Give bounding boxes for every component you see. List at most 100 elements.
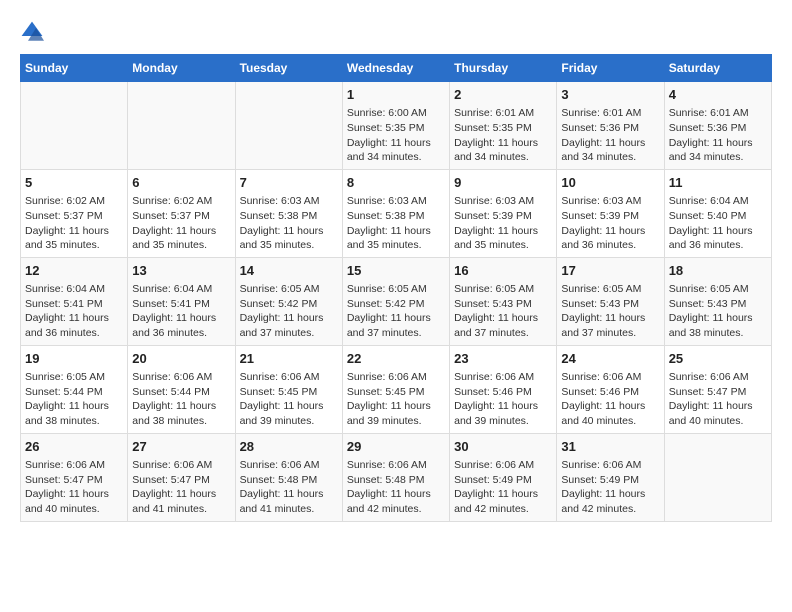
calendar-cell: 8 Sunrise: 6:03 AM Sunset: 5:38 PM Daylig… <box>342 169 449 257</box>
calendar-cell: 31 Sunrise: 6:06 AM Sunset: 5:49 PM Dayli… <box>557 433 664 521</box>
day-info: Sunrise: 6:03 AM Sunset: 5:38 PM Dayligh… <box>347 194 445 253</box>
day-info: Sunrise: 6:06 AM Sunset: 5:47 PM Dayligh… <box>669 370 767 429</box>
calendar-week-5: 26 Sunrise: 6:06 AM Sunset: 5:47 PM Dayli… <box>21 433 772 521</box>
day-info: Sunrise: 6:01 AM Sunset: 5:35 PM Dayligh… <box>454 106 552 165</box>
calendar-cell: 18Sunrise: 6:05 AM Sunset: 5:43 PM Dayli… <box>664 257 771 345</box>
day-number: 11 <box>669 174 767 192</box>
day-info: Sunrise: 6:04 AM Sunset: 5:41 PM Dayligh… <box>132 282 230 341</box>
calendar-week-4: 19 Sunrise: 6:05 AM Sunset: 5:44 PM Dayli… <box>21 345 772 433</box>
day-number: 5 <box>25 174 123 192</box>
calendar-cell: 11Sunrise: 6:04 AM Sunset: 5:40 PM Dayli… <box>664 169 771 257</box>
calendar-week-1: 1 Sunrise: 6:00 AM Sunset: 5:35 PM Daylig… <box>21 82 772 170</box>
day-number: 31 <box>561 438 659 456</box>
calendar-cell <box>235 82 342 170</box>
day-info: Sunrise: 6:06 AM Sunset: 5:49 PM Dayligh… <box>454 458 552 517</box>
calendar-cell: 23Sunrise: 6:06 AM Sunset: 5:46 PM Dayli… <box>450 345 557 433</box>
calendar-cell <box>664 433 771 521</box>
header-day-sunday: Sunday <box>21 55 128 82</box>
day-number: 14 <box>240 262 338 280</box>
day-info: Sunrise: 6:05 AM Sunset: 5:43 PM Dayligh… <box>454 282 552 341</box>
day-info: Sunrise: 6:03 AM Sunset: 5:39 PM Dayligh… <box>561 194 659 253</box>
day-number: 19 <box>25 350 123 368</box>
calendar-cell: 10 Sunrise: 6:03 AM Sunset: 5:39 PM Dayli… <box>557 169 664 257</box>
calendar-cell: 30 Sunrise: 6:06 AM Sunset: 5:49 PM Dayli… <box>450 433 557 521</box>
day-info: Sunrise: 6:06 AM Sunset: 5:48 PM Dayligh… <box>347 458 445 517</box>
calendar-cell: 4 Sunrise: 6:01 AM Sunset: 5:36 PM Daylig… <box>664 82 771 170</box>
day-info: Sunrise: 6:05 AM Sunset: 5:43 PM Dayligh… <box>561 282 659 341</box>
header-day-wednesday: Wednesday <box>342 55 449 82</box>
day-number: 10 <box>561 174 659 192</box>
day-info: Sunrise: 6:06 AM Sunset: 5:47 PM Dayligh… <box>25 458 123 517</box>
calendar-cell: 5Sunrise: 6:02 AM Sunset: 5:37 PM Daylig… <box>21 169 128 257</box>
day-number: 15 <box>347 262 445 280</box>
day-info: Sunrise: 6:04 AM Sunset: 5:41 PM Dayligh… <box>25 282 123 341</box>
day-number: 2 <box>454 86 552 104</box>
day-number: 27 <box>132 438 230 456</box>
day-info: Sunrise: 6:00 AM Sunset: 5:35 PM Dayligh… <box>347 106 445 165</box>
calendar-cell: 13 Sunrise: 6:04 AM Sunset: 5:41 PM Dayli… <box>128 257 235 345</box>
day-number: 21 <box>240 350 338 368</box>
day-info: Sunrise: 6:03 AM Sunset: 5:38 PM Dayligh… <box>240 194 338 253</box>
day-number: 13 <box>132 262 230 280</box>
calendar-cell: 16 Sunrise: 6:05 AM Sunset: 5:43 PM Dayli… <box>450 257 557 345</box>
header-day-friday: Friday <box>557 55 664 82</box>
calendar-cell: 29 Sunrise: 6:06 AM Sunset: 5:48 PM Dayli… <box>342 433 449 521</box>
header-day-tuesday: Tuesday <box>235 55 342 82</box>
day-info: Sunrise: 6:06 AM Sunset: 5:46 PM Dayligh… <box>454 370 552 429</box>
day-info: Sunrise: 6:06 AM Sunset: 5:46 PM Dayligh… <box>561 370 659 429</box>
day-number: 4 <box>669 86 767 104</box>
calendar-cell: 15Sunrise: 6:05 AM Sunset: 5:42 PM Dayli… <box>342 257 449 345</box>
day-info: Sunrise: 6:01 AM Sunset: 5:36 PM Dayligh… <box>561 106 659 165</box>
calendar-cell: 27 Sunrise: 6:06 AM Sunset: 5:47 PM Dayli… <box>128 433 235 521</box>
day-info: Sunrise: 6:06 AM Sunset: 5:44 PM Dayligh… <box>132 370 230 429</box>
day-number: 26 <box>25 438 123 456</box>
day-number: 24 <box>561 350 659 368</box>
calendar-cell <box>128 82 235 170</box>
day-info: Sunrise: 6:05 AM Sunset: 5:43 PM Dayligh… <box>669 282 767 341</box>
calendar-cell: 3 Sunrise: 6:01 AM Sunset: 5:36 PM Daylig… <box>557 82 664 170</box>
day-info: Sunrise: 6:05 AM Sunset: 5:42 PM Dayligh… <box>240 282 338 341</box>
header <box>20 20 772 44</box>
calendar-cell: 14 Sunrise: 6:05 AM Sunset: 5:42 PM Dayli… <box>235 257 342 345</box>
calendar-week-2: 5 Sunrise: 6:02 AM Sunset: 5:37 PM Daylig… <box>21 169 772 257</box>
day-number: 29 <box>347 438 445 456</box>
day-number: 3 <box>561 86 659 104</box>
day-number: 8 <box>347 174 445 192</box>
calendar-cell: 26 Sunrise: 6:06 AM Sunset: 5:47 PM Dayli… <box>21 433 128 521</box>
day-info: Sunrise: 6:06 AM Sunset: 5:45 PM Dayligh… <box>240 370 338 429</box>
day-info: Sunrise: 6:02 AM Sunset: 5:37 PM Dayligh… <box>132 194 230 253</box>
calendar-cell: 21 Sunrise: 6:06 AM Sunset: 5:45 PM Dayli… <box>235 345 342 433</box>
day-number: 30 <box>454 438 552 456</box>
day-number: 12 <box>25 262 123 280</box>
header-row: SundayMondayTuesdayWednesdayThursdayFrid… <box>21 55 772 82</box>
day-number: 25 <box>669 350 767 368</box>
calendar-week-3: 12 Sunrise: 6:04 AM Sunset: 5:41 PM Dayli… <box>21 257 772 345</box>
calendar-table: SundayMondayTuesdayWednesdayThursdayFrid… <box>20 54 772 522</box>
day-number: 22 <box>347 350 445 368</box>
day-info: Sunrise: 6:06 AM Sunset: 5:49 PM Dayligh… <box>561 458 659 517</box>
calendar-cell: 24 Sunrise: 6:06 AM Sunset: 5:46 PM Dayli… <box>557 345 664 433</box>
logo <box>20 20 48 44</box>
calendar-cell: 9 Sunrise: 6:03 AM Sunset: 5:39 PM Daylig… <box>450 169 557 257</box>
day-info: Sunrise: 6:01 AM Sunset: 5:36 PM Dayligh… <box>669 106 767 165</box>
day-number: 20 <box>132 350 230 368</box>
calendar-cell: 19 Sunrise: 6:05 AM Sunset: 5:44 PM Dayli… <box>21 345 128 433</box>
day-number: 9 <box>454 174 552 192</box>
calendar-cell: 6Sunrise: 6:02 AM Sunset: 5:37 PM Daylig… <box>128 169 235 257</box>
calendar-cell: 1 Sunrise: 6:00 AM Sunset: 5:35 PM Daylig… <box>342 82 449 170</box>
header-day-monday: Monday <box>128 55 235 82</box>
calendar-cell: 22 Sunrise: 6:06 AM Sunset: 5:45 PM Dayli… <box>342 345 449 433</box>
calendar-cell: 2 Sunrise: 6:01 AM Sunset: 5:35 PM Daylig… <box>450 82 557 170</box>
day-info: Sunrise: 6:03 AM Sunset: 5:39 PM Dayligh… <box>454 194 552 253</box>
calendar-body: 1 Sunrise: 6:00 AM Sunset: 5:35 PM Daylig… <box>21 82 772 522</box>
day-number: 16 <box>454 262 552 280</box>
day-info: Sunrise: 6:06 AM Sunset: 5:47 PM Dayligh… <box>132 458 230 517</box>
calendar-cell: 12 Sunrise: 6:04 AM Sunset: 5:41 PM Dayli… <box>21 257 128 345</box>
calendar-cell: 17Sunrise: 6:05 AM Sunset: 5:43 PM Dayli… <box>557 257 664 345</box>
header-day-thursday: Thursday <box>450 55 557 82</box>
logo-icon <box>20 20 44 44</box>
day-info: Sunrise: 6:05 AM Sunset: 5:44 PM Dayligh… <box>25 370 123 429</box>
day-number: 28 <box>240 438 338 456</box>
day-info: Sunrise: 6:06 AM Sunset: 5:45 PM Dayligh… <box>347 370 445 429</box>
day-number: 1 <box>347 86 445 104</box>
